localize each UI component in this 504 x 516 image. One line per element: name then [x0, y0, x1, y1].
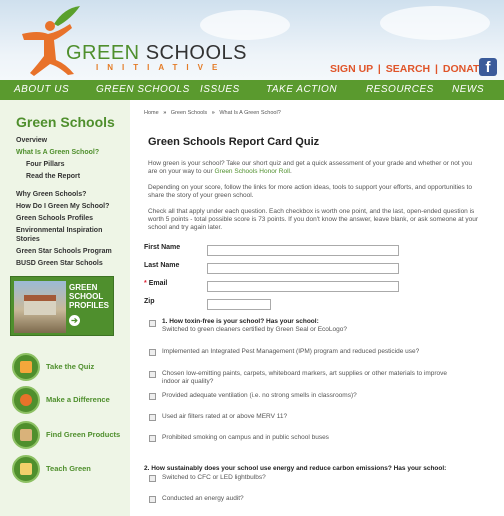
sidebar-item-why[interactable]: Why Green Schools?: [16, 190, 128, 199]
nav-take-action[interactable]: TAKE ACTION: [266, 84, 337, 95]
q1-block: 1. How toxin-free is your school? Has yo…: [162, 318, 462, 334]
q1-option-label: Switched to green cleaners certified by …: [162, 326, 347, 333]
q1-option-label: Implemented an Integrated Pest Managemen…: [162, 348, 420, 355]
intro-paragraph-2: Depending on your score, follow the link…: [148, 184, 472, 199]
intro-paragraph: How green is your school? Take our short…: [148, 160, 482, 176]
school-photo: [14, 281, 66, 333]
q2-option-label: Conducted an energy audit?: [162, 495, 244, 502]
teach-green-link[interactable]: Teach Green: [12, 455, 130, 485]
product-icon: [12, 421, 40, 449]
main-nav: ABOUT US GREEN SCHOOLS ISSUES TAKE ACTIO…: [0, 80, 504, 100]
q2-option-1-checkbox[interactable]: [149, 475, 156, 482]
q1-option-3-checkbox[interactable]: [149, 371, 156, 378]
logo-initiative-text: INITIATIVE: [96, 63, 227, 72]
find-products-link[interactable]: Find Green Products: [12, 421, 130, 451]
take-quiz-link[interactable]: Take the Quiz: [12, 353, 130, 383]
site-header: GREEN SCHOOLS INITIATIVE SIGN UP | SEARC…: [0, 0, 504, 80]
q1-title: 1. How toxin-free is your school? Has yo…: [162, 318, 319, 325]
sidebar-item-read-report[interactable]: Read the Report: [26, 172, 138, 181]
arrow-right-icon: ➔: [69, 315, 80, 326]
page-title: Green Schools Report Card Quiz: [148, 136, 320, 148]
signup-link[interactable]: SIGN UP: [330, 63, 373, 75]
breadcrumb-current: What Is A Green School?: [219, 110, 281, 116]
q1-option-2-checkbox[interactable]: [149, 349, 156, 356]
teach-icon: [12, 455, 40, 483]
honor-roll-link[interactable]: Green Schools Honor Roll: [214, 168, 290, 175]
intro-paragraph-3: Check all that apply under each question…: [148, 208, 479, 231]
nav-green-schools[interactable]: GREEN SCHOOLS: [96, 84, 190, 95]
action-label: Take the Quiz: [46, 362, 95, 371]
promo-line: SCHOOL: [69, 292, 104, 301]
promo-line: GREEN: [69, 283, 98, 292]
last-name-field[interactable]: [207, 263, 399, 274]
sidebar-item-profiles[interactable]: Green Schools Profiles: [16, 214, 128, 223]
sidebar-item-inspiration[interactable]: Environmental Inspiration Stories: [16, 226, 128, 244]
nav-resources[interactable]: RESOURCES: [366, 84, 434, 95]
q1-option-label: Used air filters rated at or above MERV …: [162, 413, 288, 420]
logo-wordmark[interactable]: GREEN SCHOOLS: [66, 42, 247, 65]
search-link[interactable]: SEARCH: [386, 63, 430, 75]
figure-icon: [12, 386, 40, 414]
nav-issues[interactable]: ISSUES: [200, 84, 240, 95]
promo-text: GREEN SCHOOL PROFILES: [69, 283, 109, 310]
action-label: Make a Difference: [46, 395, 110, 404]
make-difference-link[interactable]: Make a Difference: [12, 386, 130, 416]
logo-schools-text: SCHOOLS: [145, 42, 247, 64]
q1-option-6-checkbox[interactable]: [149, 435, 156, 442]
q1-option-4-checkbox[interactable]: [149, 393, 156, 400]
top-links: SIGN UP | SEARCH | DONATE: [330, 63, 486, 75]
sidebar-item-green-star[interactable]: Green Star Schools Program: [16, 247, 128, 256]
breadcrumb-sep: »: [211, 110, 215, 116]
q1-option-1-checkbox[interactable]: [149, 320, 156, 327]
nav-about-us[interactable]: ABOUT US: [14, 84, 69, 95]
breadcrumb-home[interactable]: Home: [144, 110, 159, 116]
school-profiles-promo[interactable]: GREEN SCHOOL PROFILES ➔: [10, 276, 114, 336]
intro-text-end: .: [290, 168, 292, 175]
email-label-text: Email: [148, 280, 168, 287]
email-field[interactable]: [207, 281, 399, 292]
required-mark: *: [144, 280, 147, 287]
logo-green-text: GREEN: [66, 42, 140, 64]
action-label: Teach Green: [46, 464, 91, 473]
q1-option-label: Chosen low-emitting paints, carpets, whi…: [162, 370, 448, 385]
first-name-field[interactable]: [207, 245, 399, 256]
first-name-label: First Name: [144, 244, 181, 251]
cloud-decoration: [200, 10, 290, 40]
breadcrumb-green-schools[interactable]: Green Schools: [171, 110, 207, 116]
page: GREEN SCHOOLS INITIATIVE SIGN UP | SEARC…: [0, 0, 504, 516]
q2-option-2-checkbox[interactable]: [149, 496, 156, 503]
quiz-icon: [12, 353, 40, 381]
email-label: * Email: [144, 280, 167, 287]
q2-option-label: Switched to CFC or LED lightbulbs?: [162, 474, 266, 481]
sidebar-item-what-is[interactable]: What Is A Green School?: [16, 148, 128, 157]
q1-option-label: Provided adequate ventilation (i.e. no s…: [162, 392, 357, 399]
sidebar-item-how[interactable]: How Do I Green My School?: [16, 202, 128, 211]
sidebar-item-four-pillars[interactable]: Four Pillars: [26, 160, 138, 169]
zip-label: Zip: [144, 298, 155, 305]
action-label: Find Green Products: [46, 430, 121, 439]
nav-news[interactable]: NEWS: [452, 84, 484, 95]
main-content: Home » Green Schools » What Is A Green S…: [130, 100, 504, 516]
cloud-decoration: [380, 6, 490, 40]
breadcrumb: Home » Green Schools » What Is A Green S…: [144, 110, 281, 116]
intro-text: How green is your school? Take our short…: [148, 160, 472, 175]
separator: |: [435, 63, 438, 75]
q2-title: 2. How sustainably does your school use …: [144, 465, 447, 472]
separator: |: [377, 63, 381, 75]
sidebar-item-busd[interactable]: BUSD Green Star Schools: [16, 259, 128, 268]
q1-option-5-checkbox[interactable]: [149, 414, 156, 421]
zip-field[interactable]: [207, 299, 271, 310]
sidebar-item-overview[interactable]: Overview: [16, 136, 128, 145]
sidebar-title: Green Schools: [16, 114, 115, 130]
logo-figure-icon[interactable]: [14, 4, 84, 76]
q1-option-label: Prohibited smoking on campus and in publ…: [162, 434, 329, 441]
breadcrumb-sep: »: [163, 110, 167, 116]
sidebar: Green Schools Overview What Is A Green S…: [0, 100, 130, 516]
promo-line: PROFILES: [69, 301, 110, 310]
last-name-label: Last Name: [144, 262, 180, 269]
facebook-icon[interactable]: f: [479, 58, 497, 76]
